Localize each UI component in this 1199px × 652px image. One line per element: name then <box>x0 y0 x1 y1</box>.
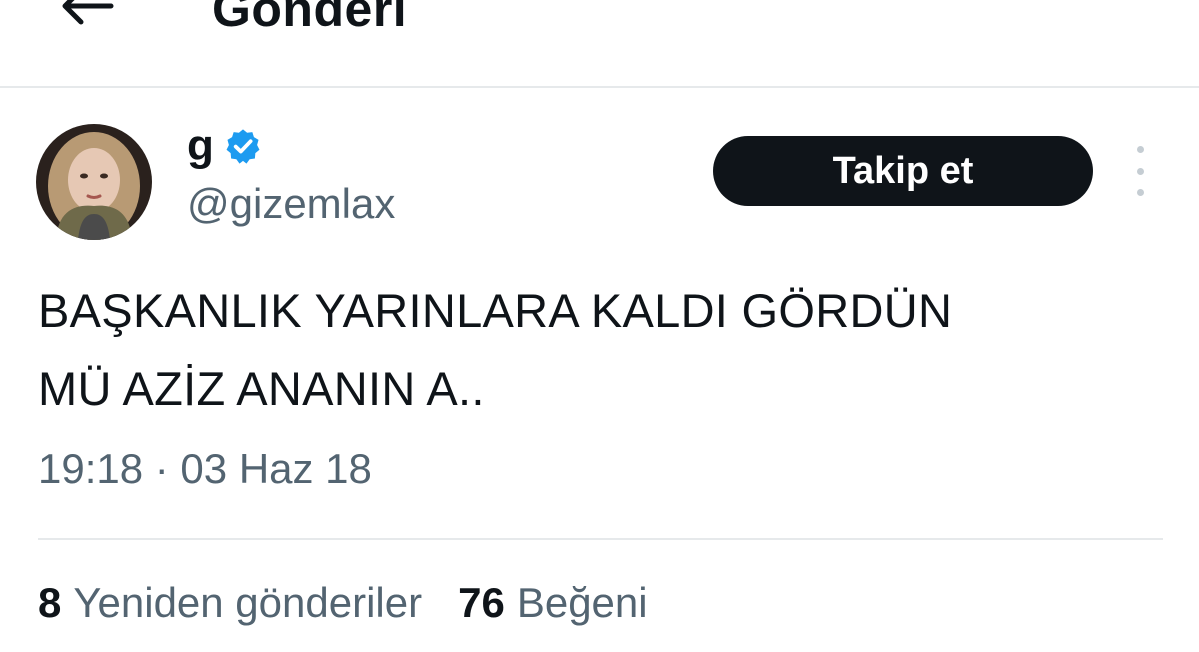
stats-divider <box>38 538 1163 540</box>
likes-count: 76 <box>458 579 505 626</box>
author-display-name[interactable]: g <box>187 124 214 168</box>
verified-badge-icon <box>226 129 260 164</box>
likes-label: Beğeni <box>516 579 648 626</box>
follow-button[interactable]: Takip et <box>713 136 1093 206</box>
avatar-image <box>36 124 152 240</box>
back-button[interactable] <box>52 0 122 34</box>
more-options-button[interactable] <box>1122 146 1158 196</box>
tweet-stats: 8 Yeniden gönderiler 76 Beğeni <box>38 579 648 627</box>
author-handle[interactable]: @gizemlax <box>187 180 395 228</box>
author-name-row: g <box>187 118 262 174</box>
tweet-text: BAŞKANLIK YARINLARA KALDI GÖRDÜN MÜ AZİZ… <box>38 272 1168 428</box>
tweet-timestamp[interactable]: 19:18 · 03 Haz 18 <box>38 445 372 493</box>
retweets-stat[interactable]: 8 Yeniden gönderiler <box>38 579 422 627</box>
header-divider <box>0 86 1199 88</box>
page-title: Gönderi <box>212 0 408 37</box>
likes-stat[interactable]: 76 Beğeni <box>458 579 648 627</box>
avatar[interactable] <box>36 124 152 240</box>
top-bar: Gönderi <box>0 0 1199 86</box>
retweets-count: 8 <box>38 579 62 626</box>
arrow-left-icon <box>62 0 114 25</box>
tweet-text-line: MÜ AZİZ ANANIN A.. <box>38 362 485 415</box>
tweet-text-line: BAŞKANLIK YARINLARA KALDI GÖRDÜN <box>38 284 953 337</box>
retweets-label: Yeniden gönderiler <box>73 579 423 626</box>
more-vertical-icon <box>1136 146 1144 153</box>
